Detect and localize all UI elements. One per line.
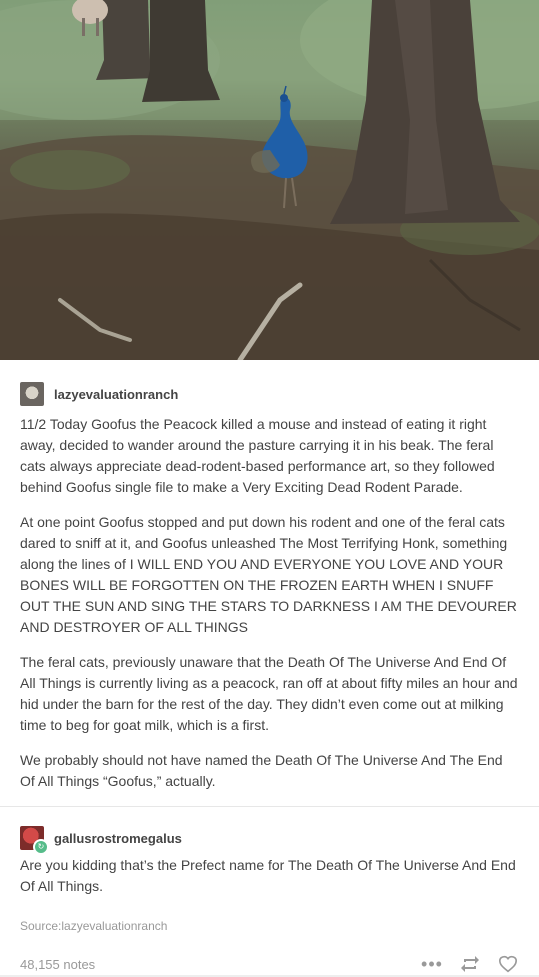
reblog-comment: Are you kidding that’s the Prefect name … bbox=[20, 857, 516, 894]
post-paragraph-4: We probably should not have named the De… bbox=[20, 752, 503, 789]
reblog-author-row: ↻ gallusrostromegalus bbox=[20, 807, 519, 855]
post-photo bbox=[0, 0, 539, 360]
avatar[interactable] bbox=[20, 382, 44, 406]
reblog-icon[interactable] bbox=[459, 953, 481, 975]
original-author-row: lazyevaluationranch bbox=[20, 360, 519, 414]
post-paragraph-3: The feral cats, previously unaware that … bbox=[20, 654, 518, 733]
post-actions: ••• bbox=[421, 953, 519, 975]
post-paragraph-1: 11/2 Today Goofus the Peacock killed a m… bbox=[20, 416, 495, 495]
reblog-username[interactable]: gallusrostromegalus bbox=[54, 831, 182, 846]
notes-count[interactable]: 48,155 notes bbox=[20, 957, 95, 972]
reblog-badge-icon: ↻ bbox=[33, 839, 49, 855]
original-username[interactable]: lazyevaluationranch bbox=[54, 387, 178, 402]
post-paragraph-2: At one point Goofus stopped and put down… bbox=[20, 514, 517, 635]
heart-icon[interactable] bbox=[497, 953, 519, 975]
avatar[interactable]: ↻ bbox=[20, 826, 49, 855]
reblog-section: ↻ gallusrostromegalus Are you kidding th… bbox=[0, 807, 539, 975]
ellipsis-icon[interactable]: ••• bbox=[421, 953, 443, 975]
post-footer: 48,155 notes ••• bbox=[20, 953, 519, 975]
peacock-photo-illustration bbox=[0, 0, 539, 360]
post-body: lazyevaluationranch 11/2 Today Goofus th… bbox=[0, 360, 539, 792]
source-link[interactable]: Source:lazyevaluationranch bbox=[20, 919, 519, 933]
